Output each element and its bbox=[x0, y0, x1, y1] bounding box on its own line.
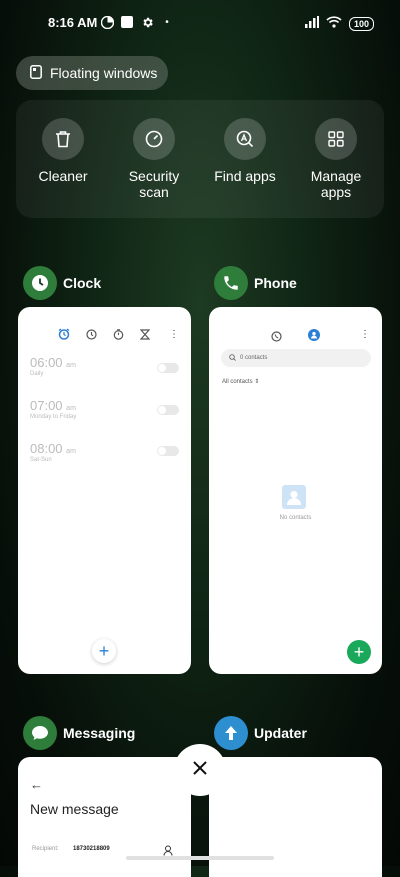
status-notification-icons: • bbox=[100, 15, 174, 29]
timer-tab-icon[interactable] bbox=[139, 327, 151, 345]
alarm-tab-icon[interactable] bbox=[58, 327, 70, 345]
phone-app-preview[interactable]: ⋮ 0 contacts All contacts ⇕ No contacts … bbox=[209, 307, 382, 674]
add-alarm-button[interactable]: + bbox=[92, 639, 116, 663]
world-clock-tab-icon[interactable] bbox=[86, 327, 97, 345]
updater-app-header[interactable]: Updater bbox=[214, 716, 307, 750]
clock-more-icon[interactable]: ⋮ bbox=[169, 329, 179, 340]
cleaner-label: Cleaner bbox=[38, 168, 88, 184]
cleaner-button[interactable]: Cleaner bbox=[23, 118, 103, 184]
home-indicator[interactable] bbox=[126, 856, 274, 860]
clock-app-header[interactable]: Clock bbox=[23, 266, 101, 300]
alarm-toggle[interactable] bbox=[157, 363, 179, 373]
add-contact-button[interactable]: + bbox=[347, 640, 371, 664]
square-notification-icon bbox=[120, 15, 134, 29]
phone-app-header[interactable]: Phone bbox=[214, 266, 297, 300]
alarm-item[interactable]: 07:00 am Monday to Friday bbox=[30, 398, 76, 420]
battery-indicator: 100 bbox=[348, 17, 374, 31]
close-icon bbox=[192, 760, 208, 781]
alarm-ampm: am bbox=[66, 362, 76, 369]
speed-gauge-icon bbox=[133, 118, 175, 160]
messaging-app-name: Messaging bbox=[63, 725, 136, 741]
filter-dropdown-icon: ⇕ bbox=[254, 379, 260, 385]
clock-app-icon bbox=[23, 266, 57, 300]
floating-window-icon bbox=[30, 64, 42, 82]
signal-icon bbox=[304, 15, 319, 33]
trash-icon bbox=[42, 118, 84, 160]
more-dot: • bbox=[165, 16, 169, 28]
close-all-button[interactable] bbox=[174, 744, 226, 796]
alarm-ampm: am bbox=[66, 448, 76, 455]
recipient-value[interactable]: 18730218809 bbox=[73, 846, 110, 852]
stopwatch-tab-icon[interactable] bbox=[113, 327, 124, 345]
find-apps-button[interactable]: Find apps bbox=[205, 118, 285, 184]
new-message-title: New message bbox=[30, 801, 119, 817]
phone-app-icon bbox=[214, 266, 248, 300]
gear-icon bbox=[140, 15, 154, 29]
clock-app-preview[interactable]: ⋮ 06:00 am Daily 07:00 am Monday to Frid… bbox=[18, 307, 191, 674]
alarm-toggle[interactable] bbox=[157, 405, 179, 415]
contacts-filter[interactable]: All contacts ⇕ bbox=[222, 378, 259, 385]
alarm-time: 06:00 bbox=[30, 355, 63, 370]
contacts-filter-label: All contacts bbox=[222, 379, 253, 385]
contacts-search-input[interactable]: 0 contacts bbox=[221, 349, 371, 367]
clock-tabs bbox=[58, 327, 151, 345]
messaging-app-header[interactable]: Messaging bbox=[23, 716, 135, 750]
status-bar: 8:16 AM • 100 bbox=[0, 12, 400, 34]
grid-icon bbox=[315, 118, 357, 160]
find-apps-label: Find apps bbox=[214, 168, 276, 184]
messaging-app-icon bbox=[23, 716, 57, 750]
contacts-search-placeholder: 0 contacts bbox=[240, 355, 268, 361]
floating-windows-label: Floating windows bbox=[50, 65, 158, 81]
back-arrow-icon[interactable]: ← bbox=[30, 777, 43, 792]
alarm-item[interactable]: 08:00 am Sat-Sun bbox=[30, 441, 76, 463]
contacts-tab-icon[interactable] bbox=[308, 328, 320, 346]
wifi-icon bbox=[326, 15, 342, 33]
call-log-tab-icon[interactable] bbox=[271, 329, 282, 347]
alarm-repeat: Daily bbox=[30, 371, 44, 377]
alarm-time: 07:00 bbox=[30, 398, 63, 413]
manage-apps-label: Manage apps bbox=[310, 168, 362, 200]
security-scan-label: Security scan bbox=[128, 168, 180, 200]
status-time: 8:16 AM bbox=[48, 15, 98, 30]
phone-app-name: Phone bbox=[254, 275, 297, 291]
empty-contacts-icon bbox=[282, 485, 306, 514]
alarm-repeat: Monday to Friday bbox=[30, 414, 77, 420]
alarm-time: 08:00 bbox=[30, 441, 63, 456]
pie-chart-icon bbox=[100, 15, 114, 29]
floating-windows-button[interactable]: Floating windows bbox=[16, 56, 168, 90]
quick-actions-panel: Cleaner Security scan Find apps Manage a… bbox=[16, 100, 384, 218]
clock-app-name: Clock bbox=[63, 275, 102, 291]
search-a-icon bbox=[224, 118, 266, 160]
empty-contacts-text: No contacts bbox=[279, 515, 312, 521]
alarm-repeat: Sat-Sun bbox=[30, 457, 52, 463]
search-icon bbox=[229, 353, 236, 363]
alarm-ampm: am bbox=[66, 405, 76, 412]
status-system-icons: 100 bbox=[304, 15, 374, 33]
phone-more-icon[interactable]: ⋮ bbox=[360, 329, 370, 340]
alarm-item[interactable]: 06:00 am Daily bbox=[30, 355, 76, 377]
manage-apps-button[interactable]: Manage apps bbox=[296, 118, 376, 200]
security-scan-button[interactable]: Security scan bbox=[114, 118, 194, 200]
updater-app-name: Updater bbox=[254, 725, 307, 741]
updater-app-icon bbox=[214, 716, 248, 750]
recipient-label: Recipient: bbox=[32, 846, 59, 852]
alarm-toggle[interactable] bbox=[157, 446, 179, 456]
